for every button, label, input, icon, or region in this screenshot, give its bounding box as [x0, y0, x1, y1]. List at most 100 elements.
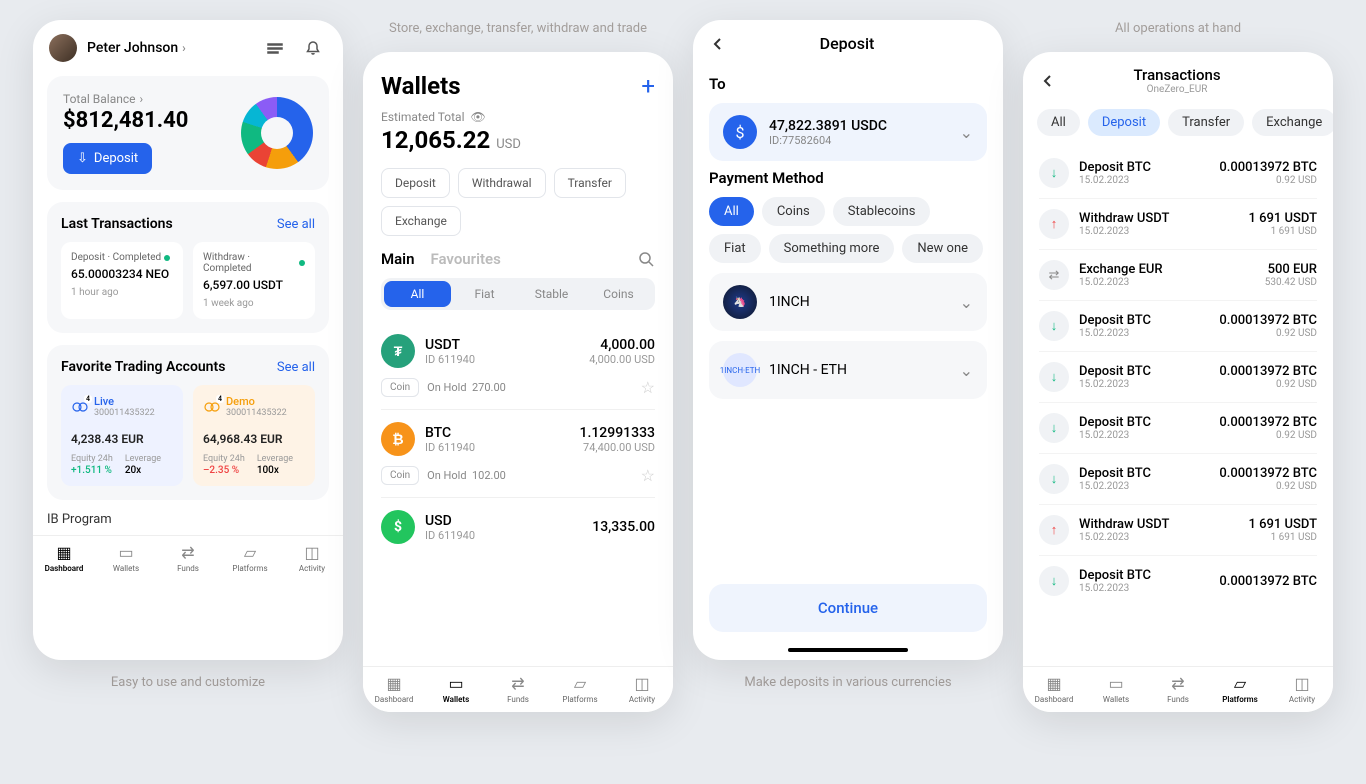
chip-exchange[interactable]: Exchange [381, 206, 461, 236]
star-icon[interactable]: ☆ [641, 378, 655, 397]
nav-activity[interactable]: ◫Activity [611, 667, 673, 712]
bell-icon[interactable] [299, 34, 327, 62]
filter-deposit[interactable]: Deposit [1088, 109, 1160, 136]
transaction-date: 15.02.2023 [1079, 379, 1209, 390]
wallet-row[interactable]: ₮USDTID 6119404,000.004,000.00 USDCoinOn… [381, 322, 655, 410]
seg-coins[interactable]: Coins [585, 281, 652, 307]
pill-fiat[interactable]: Fiat [709, 234, 761, 263]
caption: Store, exchange, transfer, withdraw and … [389, 20, 647, 38]
pill-more[interactable]: Something more [769, 234, 895, 263]
back-button[interactable] [1039, 72, 1057, 90]
tab-favourites[interactable]: Favourites [430, 250, 500, 268]
nav-funds[interactable]: ⇄Funds [157, 536, 219, 581]
nav-activity[interactable]: ◫Activity [1271, 667, 1333, 712]
continue-button[interactable]: Continue [709, 584, 987, 632]
filter-transfer[interactable]: Transfer [1168, 109, 1244, 136]
transaction-card[interactable]: Deposit · Completed 65.00003234 NEO 1 ho… [61, 242, 183, 319]
tab-main[interactable]: Main [381, 250, 414, 268]
bottom-nav: ▦Dashboard ▭Wallets ⇄Funds ▱Platforms ◫A… [1023, 666, 1333, 712]
wallet-amount: 4,000.00 [589, 337, 655, 353]
wallet-id: ID 611940 [425, 441, 569, 454]
user-name[interactable]: Peter Johnson› [87, 40, 251, 56]
nav-dashboard[interactable]: ▦Dashboard [33, 536, 95, 581]
wallet-icon: ▭ [446, 673, 466, 693]
transaction-row[interactable]: ↓Deposit BTC15.02.20230.00013972 BTC0.92… [1039, 148, 1317, 199]
wallet-usd: 74,400.00 USD [579, 441, 655, 454]
coin-icon: 🦄 [723, 285, 757, 319]
eye-icon[interactable]: 👁 [471, 110, 486, 124]
destination-select[interactable]: $ 47,822.3891 USDC ID:77582604 ⌄ [709, 103, 987, 161]
nav-dashboard[interactable]: ▦Dashboard [1023, 667, 1085, 712]
section-title: Favorite Trading Accounts [61, 359, 225, 375]
grid-icon: ▦ [1044, 673, 1064, 693]
nav-activity[interactable]: ◫Activity [281, 536, 343, 581]
to-label: To [709, 75, 987, 93]
transaction-row[interactable]: ↓Deposit BTC15.02.20230.00013972 BTC0.92… [1039, 454, 1317, 505]
transaction-row[interactable]: ↓Deposit BTC15.02.20230.00013972 BTC [1039, 556, 1317, 606]
avatar[interactable] [49, 34, 77, 62]
tx-time: 1 hour ago [71, 287, 173, 298]
nav-platforms[interactable]: ▱Platforms [549, 667, 611, 712]
nav-platforms[interactable]: ▱Platforms [1209, 667, 1271, 712]
pill-coins[interactable]: Coins [762, 197, 825, 226]
back-button[interactable] [709, 35, 727, 53]
chip-deposit[interactable]: Deposit [381, 168, 450, 198]
wallet-row[interactable]: $USDID 61194013,335.00 [381, 498, 655, 556]
nav-funds[interactable]: ⇄Funds [487, 667, 549, 712]
transaction-row[interactable]: ↑Withdraw USDT15.02.20231 691 USDT1 691 … [1039, 505, 1317, 556]
deposit-button[interactable]: ⇩Deposit [63, 143, 152, 174]
transaction-row[interactable]: ↓Deposit BTC15.02.20230.00013972 BTC0.92… [1039, 301, 1317, 352]
coin-tag: Coin [381, 466, 419, 485]
caption: Make deposits in various currencies [744, 674, 951, 692]
transaction-name: Exchange EUR [1079, 262, 1255, 277]
pill-new[interactable]: New one [902, 234, 983, 263]
chip-transfer[interactable]: Transfer [554, 168, 626, 198]
filter-all[interactable]: All [1037, 109, 1080, 136]
transaction-usd: 1 691 USD [1249, 226, 1318, 237]
pill-all[interactable]: All [709, 197, 754, 226]
transaction-name: Deposit BTC [1079, 160, 1209, 175]
transaction-row[interactable]: ⇄Exchange EUR15.02.2023500 EUR530.42 USD [1039, 250, 1317, 301]
wallet-symbol: USDT [425, 337, 579, 353]
chevron-down-icon: ⌄ [960, 293, 973, 312]
filter-exchange[interactable]: Exchange [1252, 109, 1333, 136]
transaction-row[interactable]: ↓Deposit BTC15.02.20230.00013972 BTC0.92… [1039, 403, 1317, 454]
nav-platforms[interactable]: ▱Platforms [219, 536, 281, 581]
platforms-icon: ▱ [240, 542, 260, 562]
network-select[interactable]: 1INCH·ETH 1INCH - ETH ⌄ [709, 341, 987, 399]
transaction-icon: ↓ [1039, 566, 1069, 596]
transaction-date: 15.02.2023 [1079, 532, 1239, 543]
transaction-card[interactable]: Withdraw · Completed 6,597.00 USDT 1 wee… [193, 242, 315, 319]
pill-stablecoins[interactable]: Stablecoins [833, 197, 931, 226]
wallet-symbol: BTC [425, 425, 569, 441]
wallet-amount: 13,335.00 [592, 519, 655, 535]
seg-all[interactable]: All [384, 281, 451, 307]
menu-icon[interactable] [261, 34, 289, 62]
nav-dashboard[interactable]: ▦Dashboard [363, 667, 425, 712]
transaction-amount: 0.00013972 BTC [1219, 415, 1317, 430]
account-card-demo[interactable]: 4 Demo300011435322 64,968.43 EUR Equity … [193, 385, 315, 486]
nav-wallets[interactable]: ▭Wallets [425, 667, 487, 712]
add-wallet-button[interactable]: + [641, 72, 655, 100]
star-icon[interactable]: ☆ [641, 466, 655, 485]
nav-wallets[interactable]: ▭Wallets [95, 536, 157, 581]
seg-stable[interactable]: Stable [518, 281, 585, 307]
page-title: Transactions [1057, 66, 1297, 84]
portfolio-chart[interactable] [241, 97, 313, 169]
transaction-amount: 0.00013972 BTC [1219, 313, 1317, 328]
seg-fiat[interactable]: Fiat [451, 281, 518, 307]
wallet-row[interactable]: ₿BTCID 6119401.1299133374,400.00 USDCoin… [381, 410, 655, 498]
transaction-row[interactable]: ↓Deposit BTC15.02.20230.00013972 BTC0.92… [1039, 352, 1317, 403]
see-all-link[interactable]: See all [277, 217, 315, 232]
chip-withdrawal[interactable]: Withdrawal [458, 168, 546, 198]
transaction-row[interactable]: ↑Withdraw USDT15.02.20231 691 USDT1 691 … [1039, 199, 1317, 250]
nav-wallets[interactable]: ▭Wallets [1085, 667, 1147, 712]
nav-funds[interactable]: ⇄Funds [1147, 667, 1209, 712]
balance-label[interactable]: Total Balance› [63, 92, 229, 106]
search-icon[interactable] [637, 250, 655, 268]
transaction-usd: 0.92 USD [1219, 328, 1317, 339]
see-all-link[interactable]: See all [277, 360, 315, 375]
coin-select[interactable]: 🦄 1INCH ⌄ [709, 273, 987, 331]
account-card-live[interactable]: 4 Live300011435322 4,238.43 EUR Equity 2… [61, 385, 183, 486]
ib-program-link[interactable]: IB Program [47, 512, 329, 527]
